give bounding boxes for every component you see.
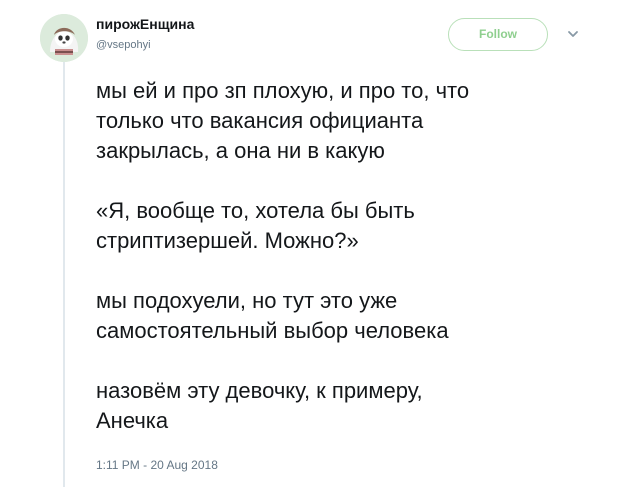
tweet-line: мы подохуели, но тут это уже bbox=[96, 288, 398, 313]
follow-button[interactable]: Follow bbox=[448, 18, 548, 51]
tweet-line: стриптизершей. Можно?» bbox=[96, 228, 359, 253]
display-name[interactable]: пирожЕнщина bbox=[96, 16, 194, 32]
tweet-paragraph: назовём эту девочку, к примеру, Анечка bbox=[96, 376, 596, 436]
tweet-card: пирожЕнщина @vsepohyi Follow мы ей и про… bbox=[0, 0, 620, 487]
avatar[interactable] bbox=[40, 14, 88, 62]
chevron-down-icon[interactable] bbox=[566, 27, 580, 41]
handle[interactable]: @vsepohyi bbox=[96, 39, 151, 51]
tweet-text: мы ей и про зп плохую, и про то, что тол… bbox=[96, 76, 596, 466]
thread-line bbox=[63, 62, 65, 487]
tweet-paragraph: мы подохуели, но тут это уже самостоятел… bbox=[96, 286, 596, 346]
avatar-image bbox=[40, 14, 88, 62]
tweet-paragraph: мы ей и про зп плохую, и про то, что тол… bbox=[96, 76, 596, 166]
tweet-line: «Я, вообще то, хотела бы быть bbox=[96, 198, 415, 223]
tweet-line: только что вакансия официанта bbox=[96, 108, 424, 133]
timestamp[interactable]: 1:11 PM - 20 Aug 2018 bbox=[96, 458, 218, 472]
tweet-paragraph: «Я, вообще то, хотела бы быть стриптизер… bbox=[96, 196, 596, 256]
tweet-line: мы ей и про зп плохую, и про то, что bbox=[96, 78, 470, 103]
tweet-line: Анечка bbox=[96, 408, 169, 433]
tweet-line: самостоятельный выбор человека bbox=[96, 318, 449, 343]
tweet-line: назовём эту девочку, к примеру, bbox=[96, 378, 423, 403]
tweet-line: закрылась, а она ни в какую bbox=[96, 138, 385, 163]
